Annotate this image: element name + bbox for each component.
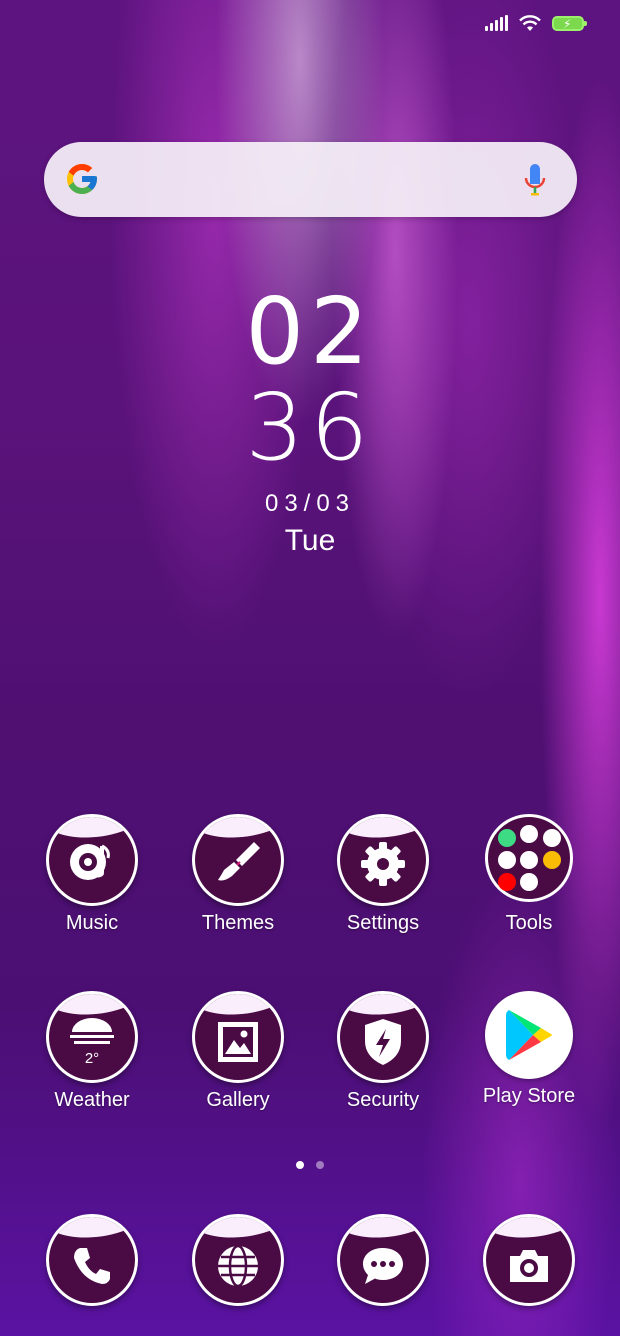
music-disc-icon [46,814,138,906]
play-store-icon [485,991,573,1079]
dock-camera[interactable] [456,1214,602,1306]
home-screen: ⚡ 02 36 03/03 Tue Music Themes Settings … [0,0,620,1336]
battery-charging-icon: ⚡ [552,15,587,31]
dock-browser[interactable] [165,1214,311,1306]
app-label: Gallery [206,1089,270,1111]
app-themes[interactable]: Themes [165,814,311,935]
app-label: Play Store [482,1085,576,1107]
app-security[interactable]: Security [310,991,456,1112]
app-tools-folder[interactable]: Tools [456,814,602,935]
dock-messages[interactable] [310,1214,456,1306]
phone-icon [46,1214,138,1306]
clock-minutes: 36 [245,374,375,481]
gear-icon [337,814,429,906]
day-text: Tue [284,524,336,557]
app-label: Security [346,1089,420,1111]
app-label: Music [65,912,119,934]
clock-hours: 02 [245,278,375,385]
chat-bubble-icon [337,1214,429,1306]
weather-temp: 2° [84,1049,100,1067]
app-label: Settings [346,912,420,934]
signal-icon [485,15,508,31]
status-bar: ⚡ [485,14,587,32]
app-gallery[interactable]: Gallery [165,991,311,1112]
image-icon [192,991,284,1083]
globe-icon [192,1214,284,1306]
app-play-store[interactable]: Play Store [456,991,602,1108]
weather-fog-icon: 2° [46,991,138,1083]
page-dot[interactable] [316,1161,324,1169]
app-weather[interactable]: 2° Weather [19,991,165,1112]
app-label: Tools [505,912,553,934]
dock-phone[interactable] [19,1214,165,1306]
page-indicator [0,1161,620,1169]
date-text: 03/03 [264,490,356,517]
wifi-icon [519,15,541,31]
page-dot-active[interactable] [296,1161,304,1169]
app-label: Themes [201,912,275,934]
paintbrush-icon [192,814,284,906]
app-settings[interactable]: Settings [310,814,456,935]
google-search-bar[interactable] [44,142,577,217]
mic-icon[interactable] [523,162,547,198]
app-label: Weather [54,1089,130,1111]
google-g-icon [67,164,97,194]
shield-bolt-icon [337,991,429,1083]
folder-icon [485,814,573,902]
app-music[interactable]: Music [19,814,165,935]
camera-icon [483,1214,575,1306]
